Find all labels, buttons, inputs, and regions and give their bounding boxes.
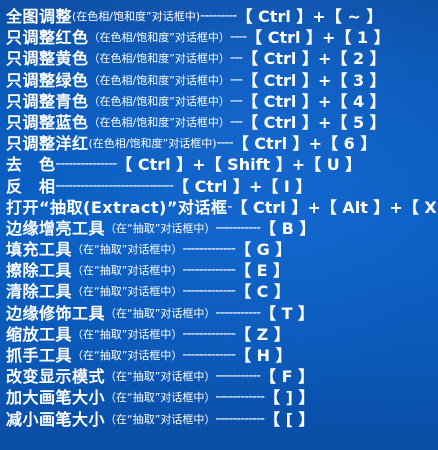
shortcut-tool-name: 清除工具	[6, 282, 73, 302]
shortcut-key: 【 C 】	[235, 282, 290, 302]
shortcut-key: 【 Ctrl 】+【 2 】	[242, 49, 386, 69]
shortcut-note: （在“抽取”对话框中）	[105, 391, 216, 405]
shortcut-tool-name: 只调整黄色	[6, 49, 89, 69]
shortcut-key: 【 Ctrl 】+【 5 】	[242, 112, 386, 132]
dash-leader: -----------	[215, 219, 261, 236]
shortcut-key: 【 E 】	[235, 261, 290, 281]
shortcut-tool-name: 减小画笔大小	[6, 409, 106, 429]
shortcut-tool-name: 缩放工具	[6, 324, 73, 344]
dash-leader: ---	[229, 71, 243, 88]
shortcut-key: 【 F 】	[260, 367, 315, 387]
shortcut-row: 只调整蓝色 （在色相/饱和度”对话框中） --- 【 Ctrl 】+【 5 】	[6, 112, 436, 133]
shortcut-tool-name: 边缘增亮工具	[6, 218, 106, 238]
dash-leader: ----	[229, 29, 247, 46]
shortcut-note: （在“抽取”对话框中）	[105, 370, 216, 384]
shortcut-row: 填充工具 （在“抽取”对话框中） ------------- 【 G 】	[6, 239, 436, 260]
dash-leader: ---	[229, 92, 243, 109]
shortcut-row: 边缘增亮工具 （在“抽取”对话框中） ----------- 【 B 】	[6, 218, 436, 239]
shortcut-tool-name: 打开“抽取(Extract)”对话框	[6, 197, 228, 217]
shortcut-key: 【 H 】	[235, 346, 292, 365]
shortcut-tool-name: 反 相	[6, 176, 56, 196]
shortcut-note: （在“抽取”对话框中）	[105, 221, 216, 235]
shortcut-key: 【 G 】	[235, 240, 292, 260]
shortcut-tool-name: 只调整洋红	[6, 134, 89, 154]
dash-leader: ----	[216, 135, 234, 152]
shortcut-row: 反 相 ----------------------------- 【 Ctrl…	[6, 176, 436, 197]
shortcut-note: （在“抽取”对话框中）	[72, 285, 183, 299]
shortcut-note: （在“抽取”对话框中）	[72, 327, 183, 341]
shortcut-tool-name: 边缘修饰工具	[6, 303, 106, 323]
shortcut-tool-name: 只调整青色	[6, 91, 89, 111]
dash-leader: ---	[229, 113, 243, 130]
shortcut-tool-name: 加大画笔大小	[6, 388, 106, 408]
dash-leader: ---------	[200, 8, 237, 24]
shortcut-row: 只调整青色 （在色相/饱和度”对话框中） --- 【 Ctrl 】+【 4 】	[6, 91, 436, 112]
shortcut-tool-name: 只调整绿色	[6, 70, 89, 90]
shortcut-row: 抓手工具 （在“抽取”对话框中） ------------- 【 H 】	[6, 345, 436, 366]
shortcut-note: （在色相/饱和度”对话框中）	[88, 73, 230, 87]
dash-leader: -----------	[215, 304, 261, 321]
dash-leader: ---	[229, 50, 243, 67]
shortcut-row: 只调整红色 （在色相/饱和度”对话框中） ---- 【 Ctrl 】+【 1 】	[6, 27, 436, 48]
dash-leader: -------------	[182, 241, 236, 258]
dash-leader: -------------	[182, 347, 236, 363]
shortcut-row: 缩放工具 （在“抽取”对话框中） ------------- 【 Z 】	[6, 324, 436, 345]
shortcut-row: 打开“抽取(Extract)”对话框 - 【 Ctrl 】+【 Alt 】+【 …	[6, 197, 436, 218]
shortcut-tool-name: 填充工具	[6, 240, 73, 260]
shortcut-key: 【 B 】	[260, 218, 316, 238]
shortcut-key: 【 Ctrl 】+【 6 】	[232, 134, 377, 154]
dash-leader: ------------	[215, 389, 265, 406]
shortcut-tool-name: 只调整红色	[6, 28, 89, 48]
dash-leader: -----------------------------	[55, 177, 175, 194]
shortcut-list: 全图调整 (在色相/饱和度”对话框中) --------- 【 Ctrl 】+【…	[6, 6, 436, 430]
shortcut-key: 【 Ctrl 】+【 Alt 】+【 X 】	[231, 197, 436, 217]
shortcut-key: 【 Ctrl 】+【 Shift 】+【 U 】	[116, 155, 362, 175]
shortcut-key: 【 Ctrl 】+【 ~ 】	[236, 7, 383, 26]
shortcut-key: 【 T 】	[260, 303, 315, 323]
shortcut-row: 全图调整 (在色相/饱和度”对话框中) --------- 【 Ctrl 】+【…	[6, 6, 436, 27]
shortcut-row: 只调整绿色 （在色相/饱和度”对话框中） --- 【 Ctrl 】+【 3 】	[6, 70, 436, 91]
dash-leader: ------------	[215, 410, 265, 427]
shortcut-tool-name: 全图调整	[6, 7, 73, 26]
shortcut-note: （在“抽取”对话框中）	[72, 349, 183, 362]
shortcut-tool-name: 只调整蓝色	[6, 112, 89, 132]
shortcut-note: （在“抽取”对话框中）	[72, 264, 183, 278]
shortcut-note: （在色相/饱和度”对话框中）	[88, 94, 230, 108]
shortcut-key: 【 [ 】	[264, 409, 315, 429]
shortcut-row: 只调整洋红 (在色相/饱和度”对话框中) ---- 【 Ctrl 】+【 6 】	[6, 133, 436, 154]
shortcut-row: 清除工具 （在“抽取”对话框中） ------------- 【 C 】	[6, 281, 436, 302]
dash-leader: ---------------	[55, 156, 118, 173]
shortcut-tool-name: 抓手工具	[6, 346, 73, 365]
dash-leader: -------------	[182, 325, 236, 342]
shortcut-tool-name: 去 色	[6, 155, 56, 175]
shortcut-tool-name: 擦除工具	[6, 261, 73, 281]
shortcut-key: 【 Ctrl 】+【 3 】	[242, 70, 386, 90]
shortcut-key: 【 ] 】	[264, 388, 315, 408]
dash-leader: -----------	[215, 368, 261, 385]
shortcut-row: 去 色 --------------- 【 Ctrl 】+【 Shift 】+【…	[6, 154, 436, 175]
shortcut-note: （在“抽取”对话框中）	[105, 306, 216, 320]
shortcut-note: (在色相/饱和度”对话框中)	[72, 10, 201, 23]
shortcut-tool-name: 改变显示模式	[6, 367, 106, 387]
shortcut-row: 边缘修饰工具 （在“抽取”对话框中） ----------- 【 T 】	[6, 303, 436, 324]
shortcut-note: （在“抽取”对话框中）	[72, 243, 183, 257]
shortcut-note: （在色相/饱和度”对话框中）	[88, 31, 230, 45]
shortcut-key: 【 Z 】	[235, 324, 290, 344]
shortcut-note: （在色相/饱和度”对话框中）	[88, 115, 230, 129]
shortcut-key: 【 Ctrl 】+【 1 】	[246, 28, 390, 48]
shortcut-row: 加大画笔大小 （在“抽取”对话框中） ------------ 【 ] 】	[6, 387, 436, 408]
shortcut-row: 改变显示模式 （在“抽取”对话框中） ----------- 【 F 】	[6, 366, 436, 387]
shortcut-key: 【 Ctrl 】+【 I 】	[173, 176, 312, 196]
shortcut-note: （在“抽取”对话框中）	[105, 412, 216, 426]
dash-leader: -------------	[182, 283, 236, 300]
shortcut-note: （在色相/饱和度”对话框中）	[88, 52, 230, 66]
dash-leader: -------------	[182, 262, 236, 279]
shortcut-row: 只调整黄色 （在色相/饱和度”对话框中） --- 【 Ctrl 】+【 2 】	[6, 48, 436, 69]
shortcut-row: 擦除工具 （在“抽取”对话框中） ------------- 【 E 】	[6, 260, 436, 281]
shortcut-row: 减小画笔大小 （在“抽取”对话框中） ------------ 【 [ 】	[6, 409, 436, 430]
shortcut-key: 【 Ctrl 】+【 4 】	[242, 91, 386, 111]
shortcut-note: (在色相/饱和度”对话框中)	[88, 137, 217, 151]
